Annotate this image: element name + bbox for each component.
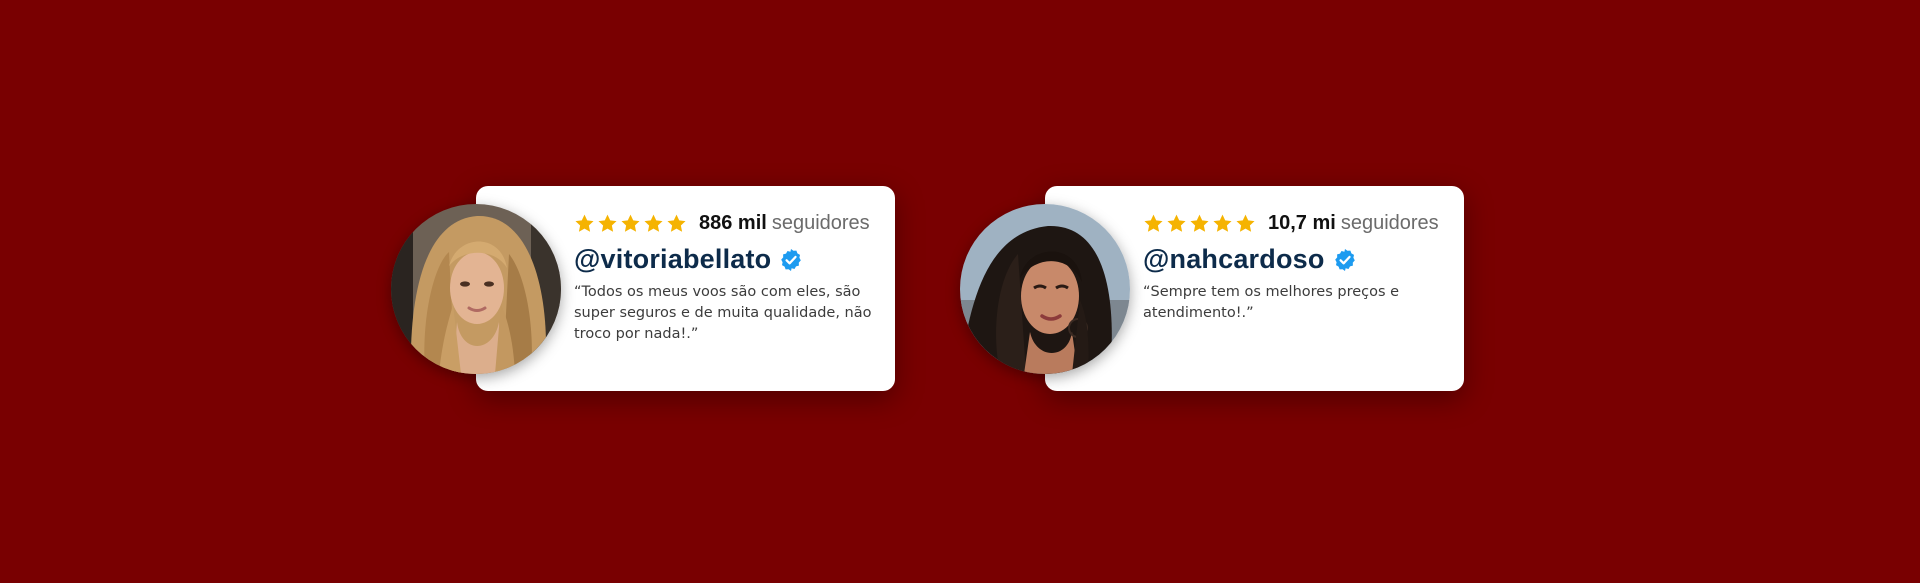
star-icon: [1166, 213, 1187, 234]
username-handle[interactable]: @nahcardoso: [1143, 244, 1325, 275]
avatar: [960, 204, 1130, 374]
star-icon: [1143, 213, 1164, 234]
testimonial-card-vitoriabellato: 886 mil seguidores @vitoriabellato “Todo…: [391, 186, 895, 392]
handle-row: @vitoriabellato: [574, 244, 803, 275]
star-icon: [597, 213, 618, 234]
handle-row: @nahcardoso: [1143, 244, 1357, 275]
star-icon: [643, 213, 664, 234]
star-icon: [1235, 213, 1256, 234]
rating-row: 10,7 mi seguidores: [1143, 210, 1439, 236]
star-icon: [574, 213, 595, 234]
star-rating: [574, 213, 687, 234]
rating-row: 886 mil seguidores: [574, 210, 870, 236]
blonde-woman-portrait-photo: [391, 204, 561, 374]
testimonial-card-nahcardoso: 10,7 mi seguidores @nahcardoso “Sempre t…: [960, 186, 1464, 392]
verified-badge-icon: [1333, 248, 1357, 272]
testimonial-quote: “Sempre tem os melhores preços e atendim…: [1143, 284, 1400, 321]
star-icon: [666, 213, 687, 234]
followers-label: seguidores: [771, 211, 870, 234]
star-icon: [1189, 213, 1210, 234]
star-icon: [1212, 213, 1233, 234]
avatar: [391, 204, 561, 374]
username-handle[interactable]: @vitoriabellato: [574, 244, 771, 275]
followers-count: 10,7 mi: [1268, 211, 1336, 234]
followers-count: 886 mil: [699, 211, 767, 234]
followers-label: seguidores: [1340, 211, 1439, 234]
verified-badge-icon: [779, 248, 803, 272]
star-rating: [1143, 213, 1256, 234]
star-icon: [620, 213, 641, 234]
testimonial-quote: “Todos os meus voos são com eles, são su…: [574, 284, 872, 342]
dark-haired-woman-portrait-photo: [960, 204, 1130, 374]
